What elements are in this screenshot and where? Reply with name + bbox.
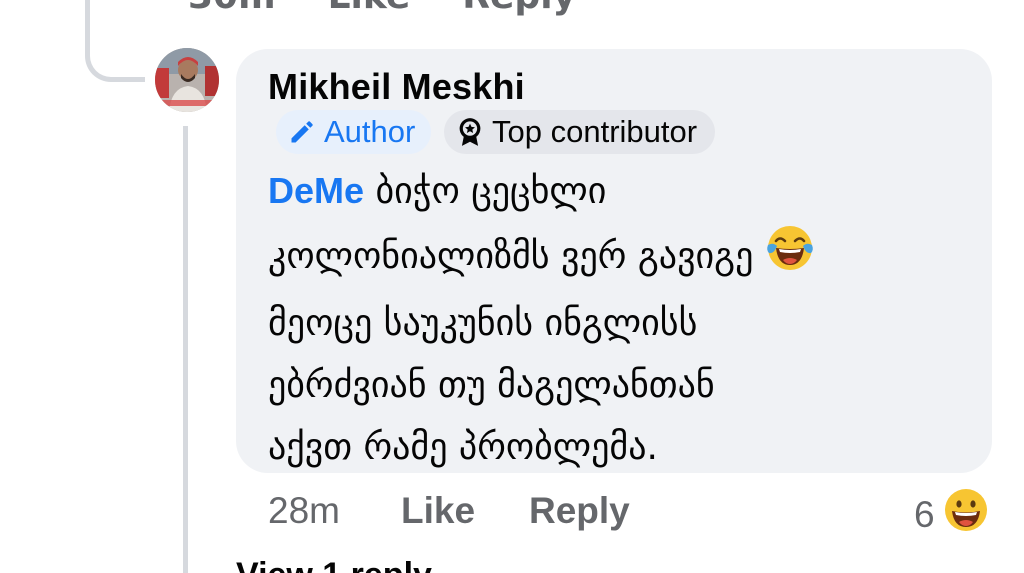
comment-line-3-text: მეოცე საუკუნის ინგლისს [268,303,698,344]
view-replies-link[interactable]: View 1 reply [236,556,432,573]
award-icon [459,118,481,146]
comment-line-2: კოლონიალიზმს ვერ გავიგე [268,223,958,293]
laughing-with-tears-emoji-icon [765,223,815,293]
top-contributor-badge-label: Top contributor [492,114,698,149]
comment-line-1: DeMe ბიჭო ცეცხლი [268,160,958,223]
comment-line-4-text: ებრძვიან თუ მაგელანთან [268,365,715,406]
comment-line-1-text: ბიჭო ცეცხლი [364,171,607,212]
comment-line-3: მეოცე საუკუნის ინგლისს [268,293,958,355]
reaction-count: 6 [914,493,935,535]
comment-line-5-text: აქვთ რამე პრობლემა. [268,427,658,468]
previous-comment-actions: 30m Like Reply [188,0,576,17]
thread-connector-curve [85,0,145,82]
previous-comment-like-button[interactable]: Like [328,0,411,17]
comment-line-4: ებრძვიან თუ მაგელანთან [268,355,958,417]
pencil-icon [291,121,313,143]
comment-timestamp[interactable]: 28m [268,490,340,532]
reply-button[interactable]: Reply [529,490,630,532]
author-badge-label: Author [324,114,416,149]
reaction-summary[interactable]: 6 [914,487,989,542]
top-contributor-badge[interactable]: Top contributor [444,110,716,154]
previous-comment-time: 30m [188,0,276,17]
avatar-photo [155,48,219,112]
grinning-sweat-emoji-icon [943,487,989,542]
comment-line-5: აქვთ რამე პრობლემა. [268,417,958,479]
thread-connector-line [183,126,188,573]
author-badge: Author [276,110,432,154]
mention-link[interactable]: DeMe [268,170,364,211]
comment-author-name[interactable]: Mikheil Meskhi [268,66,525,108]
previous-comment-reply-button[interactable]: Reply [462,0,576,17]
like-button[interactable]: Like [401,490,475,532]
avatar[interactable] [155,48,219,112]
comment-line-2-text: კოლონიალიზმს ვერ გავიგე [268,236,754,277]
comment-body: DeMe ბიჭო ცეცხლი კოლონიალიზმს ვერ გავიგე… [268,160,958,479]
comment-thread: 30m Like Reply Mikheil Meskhi Author [0,0,1024,573]
